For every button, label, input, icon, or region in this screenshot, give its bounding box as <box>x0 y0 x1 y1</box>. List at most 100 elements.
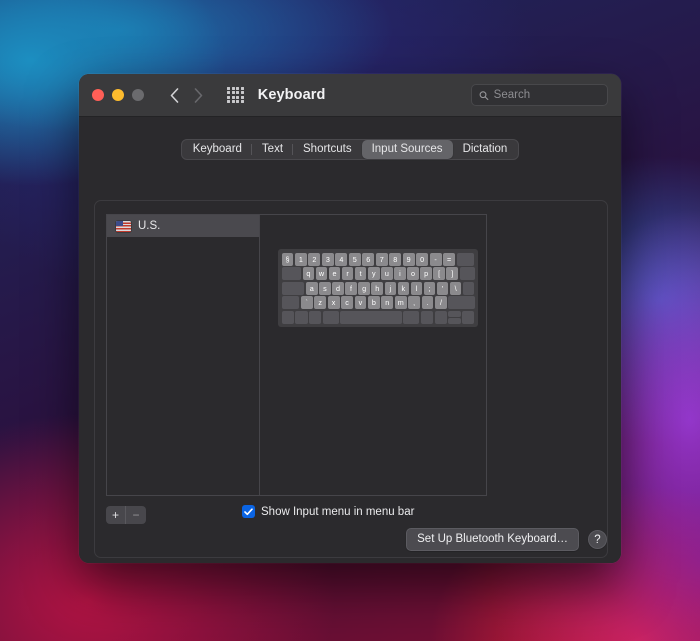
key-slash: / <box>435 296 447 310</box>
search-icon <box>479 90 489 100</box>
key-equal: = <box>443 252 455 266</box>
key-f: f <box>345 281 357 295</box>
checkmark-icon <box>244 507 253 515</box>
key-space <box>340 310 402 324</box>
help-button[interactable]: ? <box>588 530 607 549</box>
key-0: 0 <box>416 252 429 266</box>
key-w: w <box>315 267 328 281</box>
key-m: m <box>394 296 407 310</box>
page-title: Keyboard <box>257 87 326 103</box>
key-4: 4 <box>335 252 348 266</box>
key-1: 1 <box>294 252 307 266</box>
key-k: k <box>397 281 410 295</box>
key-r: r <box>341 267 354 281</box>
key-caps-lock <box>281 281 305 295</box>
key-7: 7 <box>375 252 388 266</box>
key-o: o <box>407 267 419 281</box>
key-return <box>463 281 475 295</box>
traffic-light-buttons <box>92 89 144 101</box>
key-u: u <box>381 267 393 281</box>
key-z: z <box>314 296 327 310</box>
key-y: y <box>368 267 380 281</box>
zoom-button[interactable] <box>132 89 144 101</box>
keyboard-row: q w e r t y u i o p [ ] <box>281 267 475 281</box>
key-j: j <box>384 281 397 295</box>
key-6: 6 <box>362 252 375 266</box>
key-shift-left <box>281 296 300 310</box>
key-i: i <box>394 267 406 281</box>
key-tab <box>281 267 302 281</box>
tab-bar: Keyboard Text Shortcuts Input Sources Di… <box>79 139 621 160</box>
key-g: g <box>358 281 370 295</box>
key-shift-right <box>448 296 475 310</box>
set-up-bluetooth-keyboard-button[interactable]: Set Up Bluetooth Keyboard… <box>406 528 579 551</box>
show-input-menu-row[interactable]: Show Input menu in menu bar <box>242 505 414 518</box>
key-period: . <box>421 296 434 310</box>
key-e: e <box>328 267 341 281</box>
key-arrow-up-down <box>448 310 461 324</box>
key-n: n <box>381 296 394 310</box>
key-d: d <box>332 281 344 295</box>
minimize-button[interactable] <box>112 89 124 101</box>
key-semicolon: ; <box>423 281 436 295</box>
input-sources-panel: U.S. § 1 2 3 4 5 6 7 8 9 0 - = q w e r t… <box>94 200 608 558</box>
key-8: 8 <box>389 252 402 266</box>
key-h: h <box>371 281 383 295</box>
key-9: 9 <box>402 252 415 266</box>
add-input-source-button[interactable]: + <box>106 506 126 524</box>
key-delete <box>456 252 475 266</box>
virtual-keyboard-preview: § 1 2 3 4 5 6 7 8 9 0 - = q w e r t y u … <box>278 249 478 328</box>
key-l: l <box>410 281 423 295</box>
key-bracket-left: [ <box>433 267 445 281</box>
key-b: b <box>367 296 380 310</box>
key-quote: ' <box>436 281 449 295</box>
navigation-buttons <box>166 86 206 104</box>
input-source-list: U.S. <box>107 215 260 495</box>
show-input-menu-label: Show Input menu in menu bar <box>261 505 415 518</box>
search-field[interactable] <box>471 84 608 106</box>
us-flag-icon <box>116 220 131 232</box>
keyboard-row: § 1 2 3 4 5 6 7 8 9 0 - = <box>281 252 475 266</box>
window-body: Keyboard Text Shortcuts Input Sources Di… <box>79 117 621 563</box>
key-p: p <box>420 267 432 281</box>
tab-shortcuts[interactable]: Shortcuts <box>292 140 362 159</box>
key-arrow-down <box>448 318 461 324</box>
key-x: x <box>327 296 340 310</box>
forward-chevron-icon <box>190 86 206 104</box>
tab-text[interactable]: Text <box>250 140 293 159</box>
keyboard-row: a s d f g h j k l ; ' \ <box>281 281 475 295</box>
remove-input-source-button[interactable]: − <box>126 506 146 524</box>
key-comma: , <box>408 296 421 310</box>
key-v: v <box>354 296 367 310</box>
key-2: 2 <box>308 252 321 266</box>
key-minus: - <box>429 252 442 266</box>
key-arrow-right <box>462 310 475 324</box>
tab-dictation[interactable]: Dictation <box>453 140 518 159</box>
key-control <box>295 310 308 324</box>
back-chevron-icon[interactable] <box>166 86 182 104</box>
key-backtick: ` <box>300 296 313 310</box>
key-option-left <box>309 310 322 324</box>
show-all-grid-icon[interactable] <box>227 86 244 104</box>
key-section: § <box>281 252 294 266</box>
search-input[interactable] <box>493 89 600 101</box>
key-bracket-right: ] <box>446 267 458 281</box>
show-input-menu-checkbox[interactable] <box>242 505 255 518</box>
add-remove-segmented-control: + − <box>106 506 146 524</box>
close-button[interactable] <box>92 89 104 101</box>
tab-keyboard[interactable]: Keyboard <box>183 140 252 159</box>
tab-input-sources[interactable]: Input Sources <box>361 140 453 159</box>
keyboard-row <box>281 310 475 324</box>
list-item[interactable]: U.S. <box>107 215 259 237</box>
key-command-left <box>322 310 339 324</box>
key-command-right <box>403 310 420 324</box>
key-5: 5 <box>348 252 361 266</box>
window-footer: Set Up Bluetooth Keyboard… ? <box>406 528 607 551</box>
key-q: q <box>302 267 315 281</box>
keyboard-row: ` z x c v b n m , . / <box>281 296 475 310</box>
key-option-right <box>420 310 433 324</box>
key-backslash: \ <box>449 281 462 295</box>
key-c: c <box>341 296 353 310</box>
tab-group: Keyboard Text Shortcuts Input Sources Di… <box>180 139 520 160</box>
key-backslash-upper <box>459 267 475 281</box>
